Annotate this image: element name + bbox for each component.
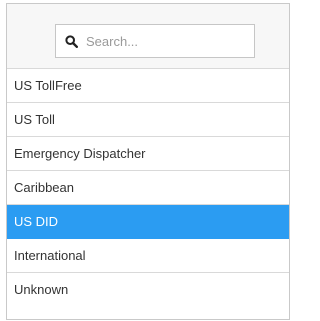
list-item[interactable]: International bbox=[7, 239, 289, 273]
search-area bbox=[7, 4, 289, 69]
dropdown-panel: US TollFree US Toll Emergency Dispatcher… bbox=[6, 3, 290, 320]
list-item[interactable]: Emergency Dispatcher bbox=[7, 137, 289, 171]
option-list: US TollFree US Toll Emergency Dispatcher… bbox=[7, 69, 289, 308]
search-box[interactable] bbox=[55, 24, 255, 58]
list-item[interactable]: Unknown bbox=[7, 273, 289, 308]
list-item[interactable]: Caribbean bbox=[7, 171, 289, 205]
list-item[interactable]: US Toll bbox=[7, 103, 289, 137]
search-input[interactable] bbox=[84, 32, 248, 50]
list-item[interactable]: US TollFree bbox=[7, 69, 289, 103]
search-icon bbox=[65, 34, 78, 48]
list-item-selected[interactable]: US DID bbox=[7, 205, 289, 239]
